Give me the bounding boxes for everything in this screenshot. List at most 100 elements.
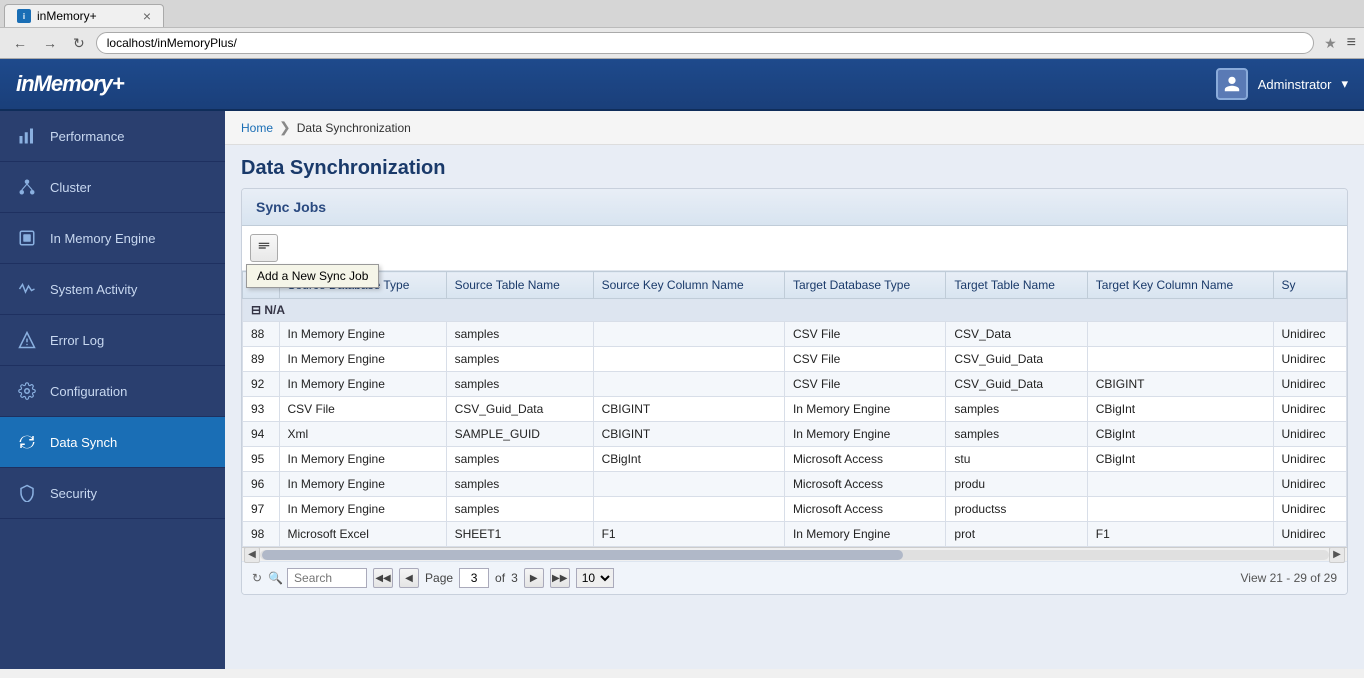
page-title: Data Synchronization	[225, 145, 1364, 188]
cell-tgt-db: CSV File	[784, 347, 945, 372]
sidebar-label-security: Security	[50, 486, 97, 501]
table-row[interactable]: 88 In Memory Engine samples CSV File CSV…	[243, 322, 1347, 347]
refresh-button[interactable]: ↻	[68, 33, 90, 54]
username-label: Adminstrator	[1258, 77, 1332, 92]
sidebar-item-system-activity[interactable]: System Activity	[0, 264, 225, 315]
sidebar-label-error-log: Error Log	[50, 333, 104, 348]
content-area: Home ❯ Data Synchronization Data Synchro…	[225, 111, 1364, 669]
of-label: of	[495, 571, 505, 585]
header-right: Adminstrator ▾	[1216, 68, 1348, 100]
breadcrumb: Home ❯ Data Synchronization	[225, 111, 1364, 145]
current-page-input[interactable]	[459, 568, 489, 588]
table-row[interactable]: 97 In Memory Engine samples Microsoft Ac…	[243, 497, 1347, 522]
table-row[interactable]: 89 In Memory Engine samples CSV File CSV…	[243, 347, 1347, 372]
horizontal-scrollbar[interactable]: ◀ ▶	[242, 547, 1347, 561]
cell-tgt-table: produ	[946, 472, 1087, 497]
cell-sync: Unidirec	[1273, 372, 1346, 397]
cell-sync: Unidirec	[1273, 472, 1346, 497]
table-row[interactable]: 98 Microsoft Excel SHEET1 F1 In Memory E…	[243, 522, 1347, 547]
app-logo: inMemory+	[16, 71, 124, 97]
cell-tgt-key	[1087, 347, 1273, 372]
user-avatar	[1216, 68, 1248, 100]
browser-menu-icon[interactable]: ≡	[1347, 34, 1356, 52]
scroll-track[interactable]	[260, 550, 1329, 560]
table-row[interactable]: 96 In Memory Engine samples Microsoft Ac…	[243, 472, 1347, 497]
prev-page-button[interactable]: ◀	[399, 568, 419, 588]
table-row[interactable]: 92 In Memory Engine samples CSV File CSV…	[243, 372, 1347, 397]
sync-jobs-panel: Sync Jobs Add a New Sync Job Source Data…	[241, 188, 1348, 595]
cell-id: 95	[243, 447, 280, 472]
browser-tab[interactable]: i inMemory+ ×	[4, 4, 164, 27]
sidebar-label-cluster: Cluster	[50, 180, 91, 195]
cell-tgt-table: samples	[946, 397, 1087, 422]
cell-src-db: Microsoft Excel	[279, 522, 446, 547]
back-button[interactable]: ←	[8, 33, 32, 53]
sidebar-label-data-synch: Data Synch	[50, 435, 117, 450]
cell-tgt-table: productss	[946, 497, 1087, 522]
table-group-header: ⊟ N/A	[243, 299, 1347, 322]
scroll-right-arrow[interactable]: ▶	[1329, 547, 1345, 563]
cell-src-table: samples	[446, 322, 593, 347]
sidebar-label-system-activity: System Activity	[50, 282, 137, 297]
col-header-src-key: Source Key Column Name	[593, 272, 784, 299]
table-row[interactable]: 95 In Memory Engine samples CBigInt Micr…	[243, 447, 1347, 472]
sidebar-item-configuration[interactable]: Configuration	[0, 366, 225, 417]
sidebar-item-cluster[interactable]: Cluster	[0, 162, 225, 213]
cell-id: 93	[243, 397, 280, 422]
search-area: 🔍	[268, 568, 367, 588]
cell-tgt-db: Microsoft Access	[784, 472, 945, 497]
last-page-button[interactable]: ▶▶	[550, 568, 570, 588]
table-row[interactable]: 93 CSV File CSV_Guid_Data CBIGINT In Mem…	[243, 397, 1347, 422]
cell-tgt-key: F1	[1087, 522, 1273, 547]
page-size-select[interactable]: 10 25 50	[576, 568, 614, 588]
page-label: Page	[425, 571, 453, 585]
main-area: Performance Cluster In Memory Engine Sys…	[0, 111, 1364, 669]
cell-tgt-table: prot	[946, 522, 1087, 547]
next-page-button[interactable]: ▶	[524, 568, 544, 588]
cell-src-key	[593, 497, 784, 522]
breadcrumb-separator: ❯	[279, 119, 291, 136]
bookmark-icon[interactable]: ★	[1324, 35, 1337, 52]
cell-id: 98	[243, 522, 280, 547]
cell-tgt-table: CSV_Guid_Data	[946, 347, 1087, 372]
engine-icon	[16, 227, 38, 249]
sidebar-item-performance[interactable]: Performance	[0, 111, 225, 162]
cell-sync: Unidirec	[1273, 447, 1346, 472]
cell-tgt-key: CBigInt	[1087, 397, 1273, 422]
cell-src-table: SAMPLE_GUID	[446, 422, 593, 447]
sidebar-item-data-synch[interactable]: Data Synch	[0, 417, 225, 468]
scroll-left-arrow[interactable]: ◀	[244, 547, 260, 563]
cell-src-db: CSV File	[279, 397, 446, 422]
sidebar-item-in-memory-engine[interactable]: In Memory Engine	[0, 213, 225, 264]
sync-panel-header: Sync Jobs	[242, 189, 1347, 226]
tab-close-button[interactable]: ×	[143, 9, 151, 23]
add-sync-job-button[interactable]	[250, 234, 278, 262]
forward-button[interactable]: →	[38, 33, 62, 53]
first-page-button[interactable]: ◀◀	[373, 568, 393, 588]
tab-label: inMemory+	[37, 9, 97, 23]
cluster-icon	[16, 176, 38, 198]
cell-sync: Unidirec	[1273, 347, 1346, 372]
cell-src-key	[593, 472, 784, 497]
cell-src-key	[593, 372, 784, 397]
col-header-tgt-key: Target Key Column Name	[1087, 272, 1273, 299]
address-bar[interactable]	[96, 32, 1314, 54]
breadcrumb-home[interactable]: Home	[241, 121, 273, 135]
refresh-icon[interactable]: ↻	[252, 571, 262, 585]
search-input[interactable]	[287, 568, 367, 588]
table-row[interactable]: 94 Xml SAMPLE_GUID CBIGINT In Memory Eng…	[243, 422, 1347, 447]
cell-src-key: CBigInt	[593, 447, 784, 472]
scroll-thumb[interactable]	[262, 550, 903, 560]
sidebar-item-error-log[interactable]: Error Log	[0, 315, 225, 366]
user-dropdown-icon[interactable]: ▾	[1341, 76, 1348, 92]
sidebar-item-security[interactable]: Security	[0, 468, 225, 519]
cell-id: 94	[243, 422, 280, 447]
sync-icon	[16, 431, 38, 453]
sidebar: Performance Cluster In Memory Engine Sys…	[0, 111, 225, 669]
cell-tgt-db: CSV File	[784, 372, 945, 397]
cell-src-key	[593, 347, 784, 372]
cell-src-db: In Memory Engine	[279, 447, 446, 472]
cell-tgt-db: In Memory Engine	[784, 522, 945, 547]
cell-sync: Unidirec	[1273, 422, 1346, 447]
cell-tgt-db: In Memory Engine	[784, 422, 945, 447]
